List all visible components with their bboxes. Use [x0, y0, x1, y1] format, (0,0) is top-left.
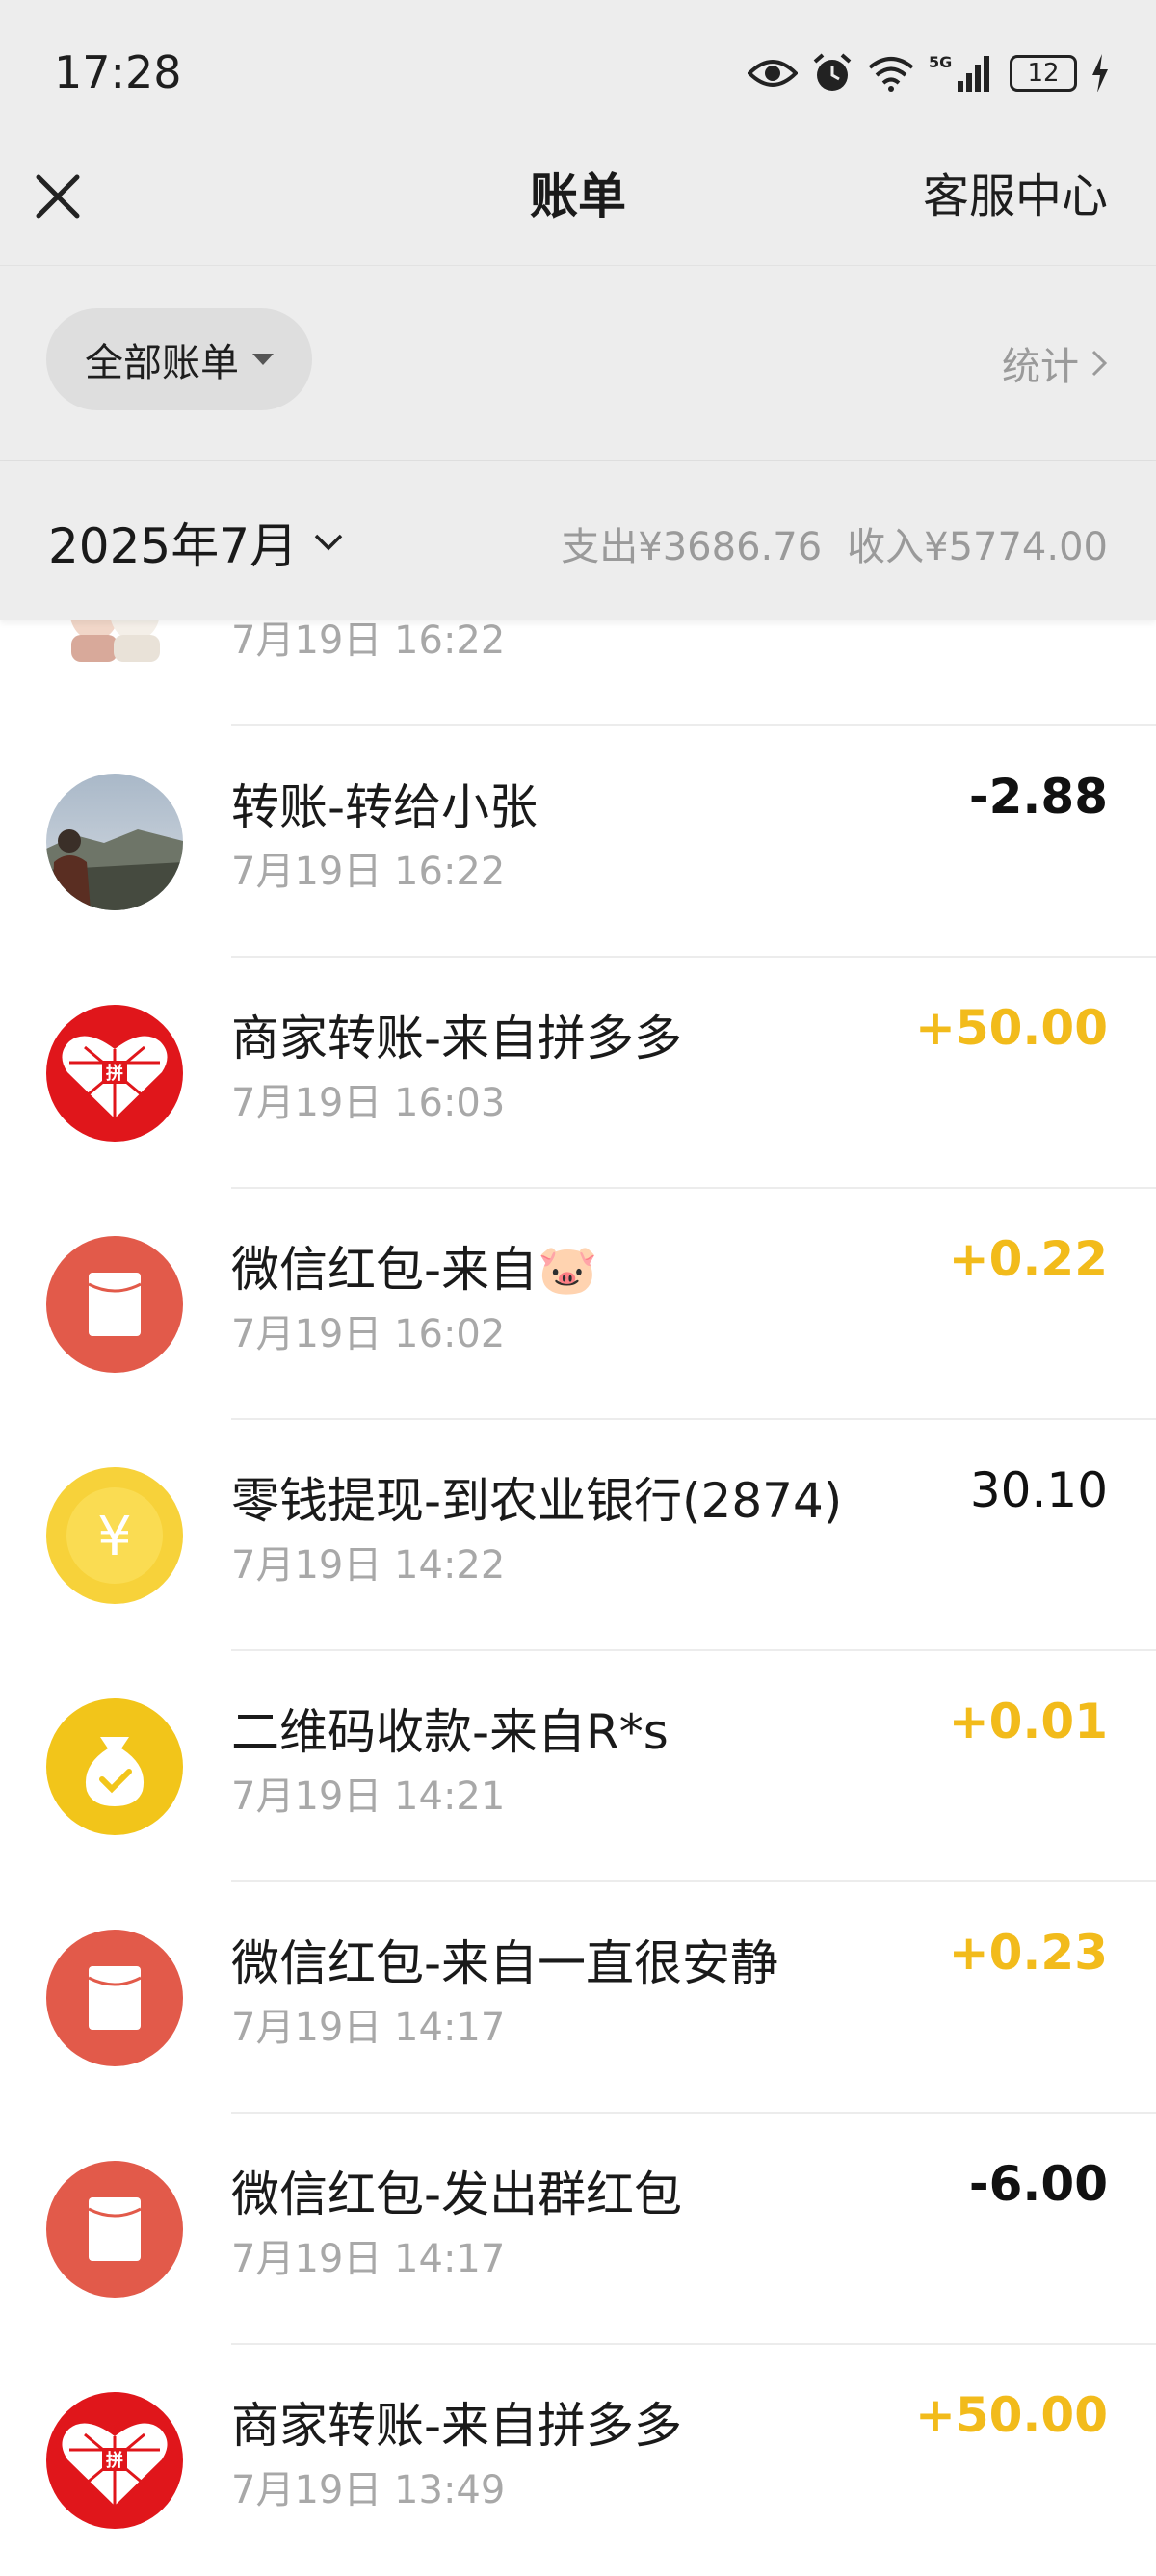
status-time: 17:28 [54, 46, 182, 98]
bill-type-filter[interactable]: 全部账单 [46, 308, 312, 410]
status-bar: 17:28 5G 12 [0, 0, 1156, 145]
transaction-row[interactable]: 拼 商家转账-来自拼多多 7月19日 13:49 +50.00 [0, 2345, 1156, 2576]
transaction-row[interactable]: 微信红包-来自🐷 7月19日 16:02 +0.22 [0, 1189, 1156, 1420]
transaction-name: 二维码收款-来自R*s [231, 1704, 669, 1760]
transaction-row[interactable]: 拼 商家转账-来自拼多多 7月19日 16:03 +50.00 [0, 958, 1156, 1189]
transaction-date: 7月19日 16:22 [231, 850, 506, 894]
svg-text:¥: ¥ [97, 1506, 132, 1568]
transaction-amount: -6.00 [968, 2156, 1108, 2212]
red-packet-icon [46, 2161, 183, 2298]
transaction-name: 微信红包-来自🐷 [231, 1242, 598, 1298]
chevron-down-icon [314, 534, 343, 551]
transaction-name: 零钱提现-到农业银行(2874) [231, 1473, 843, 1529]
transaction-date: 7月19日 14:17 [231, 2006, 506, 2050]
transaction-name: 商家转账-来自拼多多 [231, 2398, 683, 2454]
income-total: 收入¥5774.00 [847, 525, 1108, 569]
pinduoduo-icon: 拼 [46, 2392, 183, 2529]
transaction-name: 微信红包-来自一直很安静 [231, 1935, 779, 1991]
month-totals: 支出¥3686.76 收入¥5774.00 [561, 515, 1108, 571]
wifi-icon [868, 57, 914, 92]
transaction-date: 7月19日 16:02 [231, 1312, 506, 1356]
transaction-row[interactable]: 二维码收款-来自R*s 7月19日 14:21 +0.01 [0, 1651, 1156, 1882]
user-photo-avatar [46, 774, 183, 910]
expense-total: 支出¥3686.76 [561, 525, 823, 569]
transaction-name: 商家转账-来自拼多多 [231, 1011, 683, 1066]
customer-service-link[interactable]: 客服中心 [923, 168, 1108, 225]
eye-icon [748, 60, 798, 87]
transaction-row[interactable]: ¥ 零钱提现-到农业银行(2874) 7月19日 14:22 30.10 [0, 1420, 1156, 1651]
transaction-name: 转账-转给小张 [231, 779, 539, 835]
transaction-row[interactable]: 微信红包-来自一直很安静 7月19日 14:17 +0.23 [0, 1882, 1156, 2114]
transaction-date: 7月19日 16:03 [231, 1081, 506, 1125]
transaction-row[interactable]: 微信红包-发出群红包 7月19日 14:17 -6.00 [0, 2114, 1156, 2345]
transaction-amount: +0.22 [948, 1231, 1108, 1287]
transaction-date: 7月19日 14:17 [231, 2237, 506, 2281]
nav-bar: 账单 客服中心 [0, 145, 1156, 266]
stats-link[interactable]: 统计 [1002, 335, 1108, 391]
transaction-amount: +0.01 [948, 1694, 1108, 1749]
close-icon[interactable] [29, 168, 87, 225]
caret-down-icon [252, 354, 274, 365]
status-icons: 5G 12 [748, 48, 1110, 98]
alarm-icon [813, 53, 852, 91]
filter-bar: 全部账单 统计 [0, 266, 1156, 461]
stats-label: 统计 [1002, 345, 1079, 389]
transaction-date: 7月19日 13:49 [231, 2468, 506, 2512]
transaction-amount: 30.10 [969, 1462, 1108, 1518]
month-label: 2025年7月 [48, 518, 299, 574]
transaction-date: 7月19日 14:22 [231, 1543, 506, 1588]
transaction-amount: +0.23 [948, 1925, 1108, 1981]
month-picker[interactable]: 2025年7月 [48, 508, 344, 577]
battery-icon: 12 [1010, 55, 1077, 92]
month-summary-bar: 2025年7月 支出¥3686.76 收入¥5774.00 [0, 461, 1156, 620]
transaction-amount: +50.00 [914, 1000, 1108, 1056]
battery-level: 12 [1027, 59, 1060, 88]
money-bag-icon [46, 1698, 183, 1835]
cellular-signal-icon: 5G [929, 53, 989, 92]
svg-text:5G: 5G [929, 53, 952, 71]
transaction-amount: +50.00 [914, 2387, 1108, 2443]
red-packet-icon [46, 1236, 183, 1373]
transaction-date: 7月19日 14:21 [231, 1774, 506, 1819]
svg-text:拼: 拼 [106, 1063, 123, 1084]
transaction-name: 微信红包-发出群红包 [231, 2167, 683, 2222]
pinduoduo-icon: 拼 [46, 1005, 183, 1142]
transaction-amount: -2.88 [968, 769, 1108, 825]
svg-text:拼: 拼 [106, 2450, 123, 2471]
chevron-right-icon [1091, 350, 1108, 377]
yuan-coin-icon: ¥ [46, 1467, 183, 1604]
bill-type-label: 全部账单 [85, 341, 239, 385]
red-packet-icon [46, 1930, 183, 2066]
transaction-row[interactable]: 转账-转给小张 7月19日 16:22 -2.88 [0, 726, 1156, 958]
charging-bolt-icon [1092, 54, 1108, 92]
